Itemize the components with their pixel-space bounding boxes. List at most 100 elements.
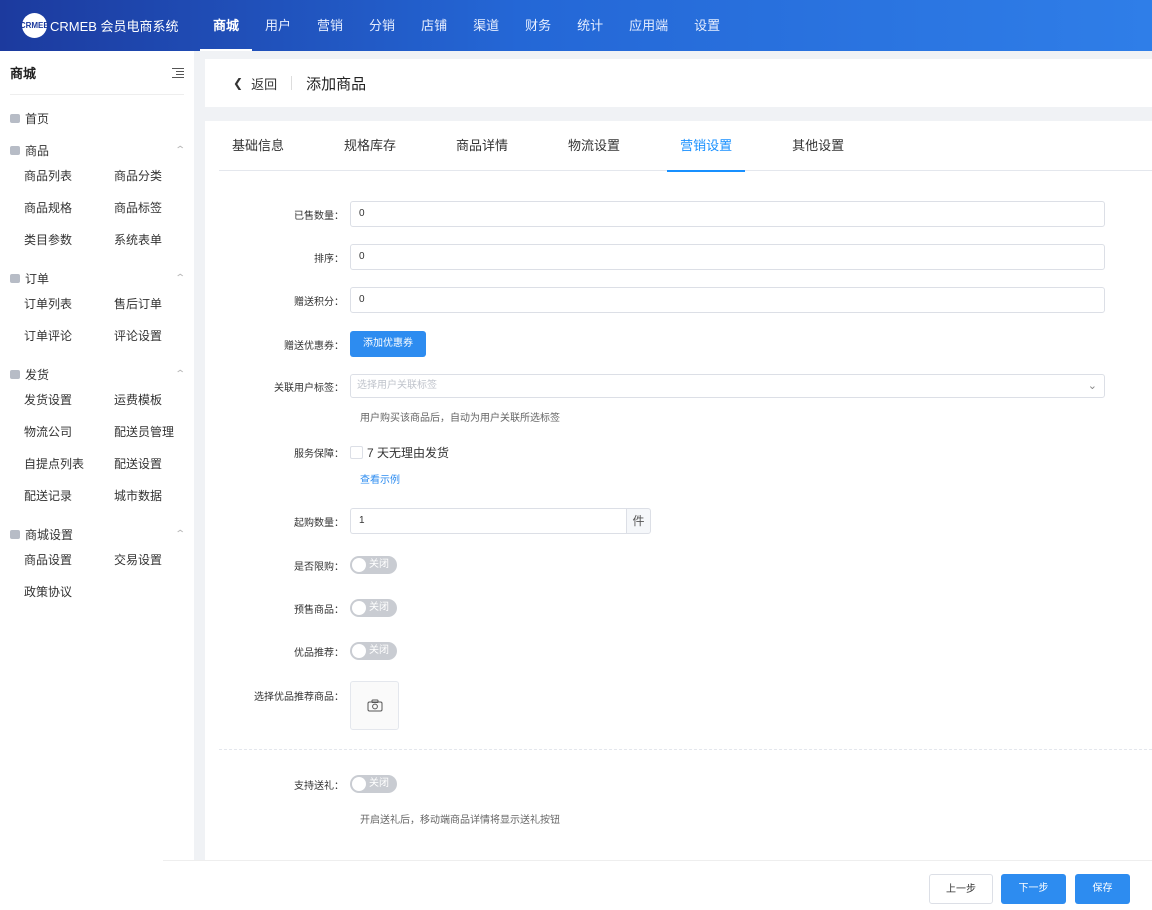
recommend-pick-label: 选择优品推荐商品： [254,692,344,703]
section-divider [219,749,1152,750]
sidebar-item[interactable]: 商品标签 [114,192,204,224]
store-settings-icon [10,529,20,539]
sold-count-label: 已售数量： [294,210,344,222]
product-form-card: 基础信息 规格库存 商品详情 物流设置 营销设置 其他设置 已售数量： 0 排序： 0 赠… [205,121,1152,910]
sidebar-item[interactable]: 系统表单 [114,224,204,256]
recommend-switch[interactable]: 关闭 [350,642,397,660]
form-footer: 上一步 下一步 保存 [163,860,1152,910]
brand-logo[interactable]: CRMEB CRMEB 会员电商系统 [0,13,200,38]
divider [291,76,293,90]
sidebar-header: 商城 [10,51,184,95]
chevron-up-icon: ⌃ [173,368,186,380]
sidebar-item[interactable]: 商品设置 [24,544,114,576]
sidebar-item[interactable]: 评论设置 [114,320,204,352]
min-buy-input[interactable]: 1 [350,508,626,534]
points-input[interactable]: 0 [350,287,1105,313]
sidebar-item[interactable]: 订单列表 [24,288,114,320]
lock-icon [10,369,20,379]
top-nav-item[interactable]: 店铺 [408,0,460,51]
presale-row: 预售商品： 关闭 [205,599,397,617]
collapse-menu-icon[interactable] [172,67,184,78]
brand-name: CRMEB 会员电商系统 [50,19,179,34]
sort-label: 排序： [314,253,344,265]
sidebar-item[interactable]: 类目参数 [24,224,114,256]
service-checkbox[interactable] [350,446,363,459]
sidebar-item[interactable]: 物流公司 [24,416,114,448]
back-button[interactable]: ❮ 返回 [233,74,277,93]
sort-input[interactable]: 0 [350,244,1105,270]
tab[interactable]: 规格库存 [331,121,409,171]
tab[interactable]: 物流设置 [555,121,633,171]
sidebar-item[interactable]: 订单评论 [24,320,114,352]
sidebar-item[interactable]: 交易设置 [114,544,204,576]
sidebar-item[interactable]: 配送记录 [24,480,114,512]
top-nav-item[interactable]: 商城 [200,0,253,51]
gift-label: 支持送礼： [294,780,344,792]
top-nav-item[interactable]: 营销 [304,0,356,51]
sidebar-item[interactable]: 运费模板 [114,384,204,416]
sidebar-group[interactable]: 商城设置 ⌃ [0,524,194,544]
top-nav-item[interactable]: 统计 [564,0,616,51]
sort-row: 排序： 0 [205,244,1105,270]
sidebar-item[interactable]: 售后订单 [114,288,204,320]
sidebar-item[interactable]: 商品规格 [24,192,114,224]
chevron-left-icon: ❮ [233,76,244,90]
camera-icon [367,699,382,712]
sidebar-item[interactable]: 自提点列表 [24,448,114,480]
top-nav-item[interactable]: 财务 [512,0,564,51]
service-row: 服务保障： 7 天无理由发货 [205,444,449,461]
tab[interactable]: 营销设置 [667,121,746,172]
cart-icon [10,273,20,283]
tab[interactable]: 商品详情 [443,121,521,171]
tab[interactable]: 其他设置 [779,121,857,171]
tab[interactable]: 基础信息 [219,121,297,171]
sidebar-item[interactable]: 商品列表 [24,160,114,192]
min-buy-row: 起购数量： 1 件 [205,508,651,534]
top-nav-item[interactable]: 应用端 [616,0,681,51]
chevron-down-icon: ⌄ [1087,380,1097,392]
form-tabs: 基础信息 规格库存 商品详情 物流设置 营销设置 其他设置 [219,121,1152,172]
sidebar-group[interactable]: 订单 ⌃ [0,268,194,288]
sidebar-item[interactable]: 商品分类 [114,160,204,192]
service-option-label[interactable]: 7 天无理由发货 [367,444,449,461]
sidebar-item-home[interactable]: 首页 [0,108,194,128]
limit-switch[interactable]: 关闭 [350,556,397,574]
recommend-product-upload[interactable] [350,681,399,730]
top-nav-item[interactable]: 用户 [252,0,304,51]
points-label: 赠送积分： [294,296,344,308]
presale-switch[interactable]: 关闭 [350,599,397,617]
sidebar-item[interactable]: 城市数据 [114,480,204,512]
next-step-button[interactable]: 下一步 [1001,874,1066,904]
min-buy-label: 起购数量： [294,517,344,529]
page-header: ❮ 返回 添加商品 [205,59,1152,107]
recommend-row: 优品推荐： 关闭 [205,642,397,660]
sidebar-group[interactable]: 商品 ⌃ [0,140,194,160]
sidebar-group[interactable]: 发货 ⌃ [0,364,194,384]
logo-icon: CRMEB [20,13,49,38]
user-tag-select[interactable]: 选择用户关联标签 ⌄ [350,374,1105,398]
presale-label: 预售商品： [294,604,344,616]
top-nav-item[interactable]: 分销 [356,0,408,51]
user-tag-row: 关联用户标签： 选择用户关联标签 ⌄ [205,374,1105,398]
top-nav-item[interactable]: 设置 [681,0,733,51]
sidebar-submenu: 商品列表 商品分类 商品规格 商品标签 类目参数 系统表单 [0,160,194,256]
points-row: 赠送积分： 0 [205,287,1105,313]
sidebar-item[interactable]: 发货设置 [24,384,114,416]
prev-step-button[interactable]: 上一步 [929,874,993,904]
shop-icon [10,145,20,155]
view-example-link[interactable]: 查看示例 [360,471,400,486]
sidebar-item[interactable]: 政策协议 [24,576,114,608]
add-coupon-button[interactable]: 添加优惠券 [350,331,426,357]
sidebar-item[interactable]: 配送设置 [114,448,204,480]
sold-count-input[interactable]: 0 [350,201,1105,227]
top-navbar: CRMEB CRMEB 会员电商系统 商城 用户 营销 分销 店铺 渠道 财务 统计 应用端 设置 [0,0,1152,51]
top-nav-item[interactable]: 渠道 [460,0,512,51]
sidebar-item[interactable]: 配送员管理 [114,416,204,448]
coupon-row: 赠送优惠券： 添加优惠券 [205,331,426,357]
gift-switch[interactable]: 关闭 [350,775,397,793]
page-title: 添加商品 [306,75,367,93]
chevron-up-icon: ⌃ [173,528,186,540]
recommend-label: 优品推荐： [294,647,344,659]
save-button[interactable]: 保存 [1075,874,1130,904]
sidebar-submenu: 商品设置 交易设置 政策协议 [0,544,194,608]
